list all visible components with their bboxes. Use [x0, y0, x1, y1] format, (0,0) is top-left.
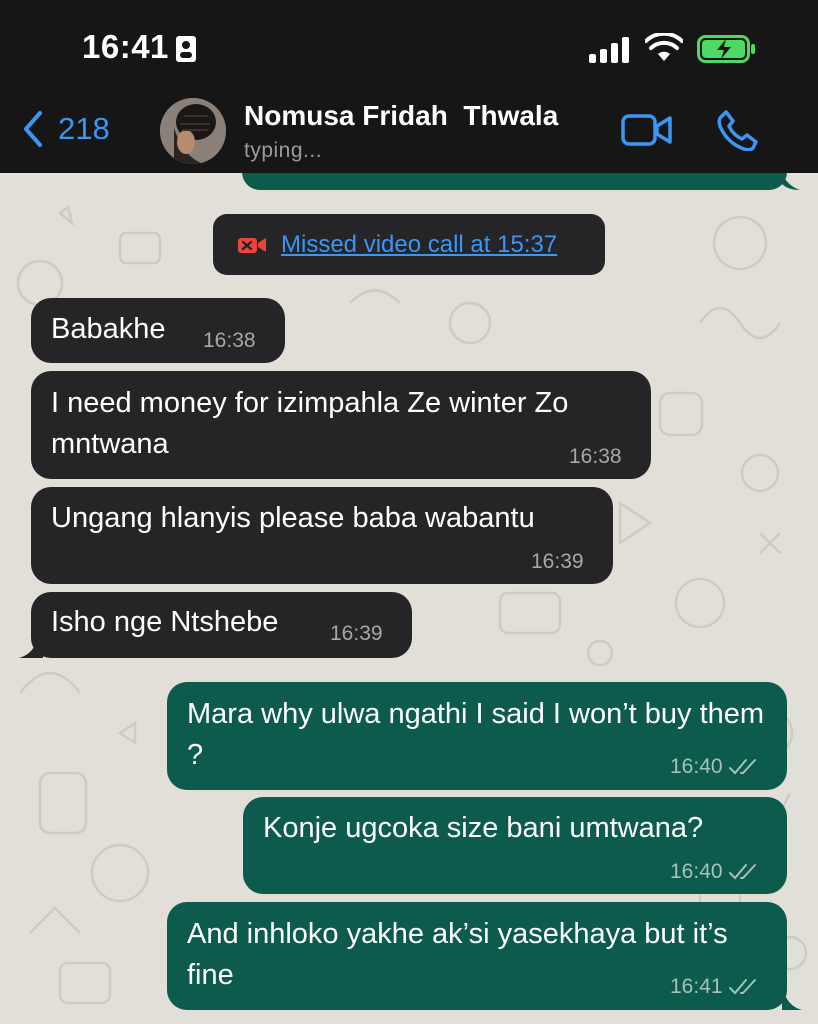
read-receipt-icon: [728, 979, 756, 995]
message-bubble-incoming[interactable]: I need money for izimpahla Ze winter Zo …: [31, 371, 651, 479]
chevron-left-icon: [24, 111, 42, 147]
bubble-tail: [782, 174, 800, 190]
message-time: 16:40: [670, 755, 723, 778]
message-time: 16:38: [203, 329, 256, 352]
contact-card-icon: [176, 36, 196, 62]
top-bar: 16:41 218 Nomusa Fridah Thwala typing...: [0, 0, 818, 173]
phone-call-icon[interactable]: [717, 109, 759, 151]
missed-video-call-notice[interactable]: Missed video call at 15:37: [213, 214, 605, 275]
status-time: 16:41: [82, 28, 169, 65]
message-meta: 16:41: [670, 975, 760, 999]
message-text: Konje ugcoka size bani umtwana?: [263, 812, 704, 844]
message-bubble-incoming[interactable]: Isho nge Ntshebe 16:39: [31, 592, 412, 658]
message-text: Isho nge Ntshebe: [51, 606, 279, 638]
battery-charging-icon: [697, 35, 755, 63]
message-text: I need money for izimpahla Ze winter Zo …: [51, 387, 577, 460]
message-meta: 16:40: [670, 755, 760, 779]
message-time: 16:39: [330, 622, 383, 645]
unread-count: 218: [58, 111, 110, 146]
message-bubble-outgoing[interactable]: Mara why ulwa ngathi I said I won’t buy …: [167, 682, 787, 790]
back-button[interactable]: 218: [22, 110, 110, 148]
message-bubble-incoming[interactable]: Babakhe 16:38: [31, 298, 285, 363]
profile-photo: [160, 98, 226, 164]
read-receipt-icon: [728, 864, 756, 880]
message-time: 16:38: [569, 445, 622, 468]
missed-call-link[interactable]: Missed video call at 15:37: [281, 231, 557, 259]
missed-video-call-icon: [238, 237, 266, 253]
read-receipt-icon: [728, 759, 756, 775]
message-time: 16:40: [670, 860, 723, 883]
contact-name[interactable]: Nomusa Fridah Thwala: [244, 100, 558, 132]
bubble-tail: [19, 640, 43, 658]
cellular-signal-icon: [589, 37, 629, 63]
message-bubble-outgoing[interactable]: Konje ugcoka size bani umtwana? 16:40: [243, 797, 787, 894]
message-text: Babakhe: [51, 313, 166, 345]
bubble-tail: [782, 992, 802, 1010]
avatar[interactable]: [160, 98, 226, 164]
typing-indicator: typing...: [244, 139, 323, 162]
message-bubble-incoming[interactable]: Ungang hlanyis please baba wabantu 16:39: [31, 487, 613, 584]
message-time: 16:41: [670, 975, 723, 998]
message-bubble-outgoing[interactable]: And inhloko yakhe ak’si yasekhaya but it…: [167, 902, 787, 1010]
message-meta: 16:40: [670, 860, 760, 884]
wifi-icon: [645, 33, 683, 61]
message-time: 16:39: [531, 550, 584, 573]
message-text: Ungang hlanyis please baba wabantu: [51, 502, 535, 534]
video-call-icon[interactable]: [621, 113, 673, 147]
